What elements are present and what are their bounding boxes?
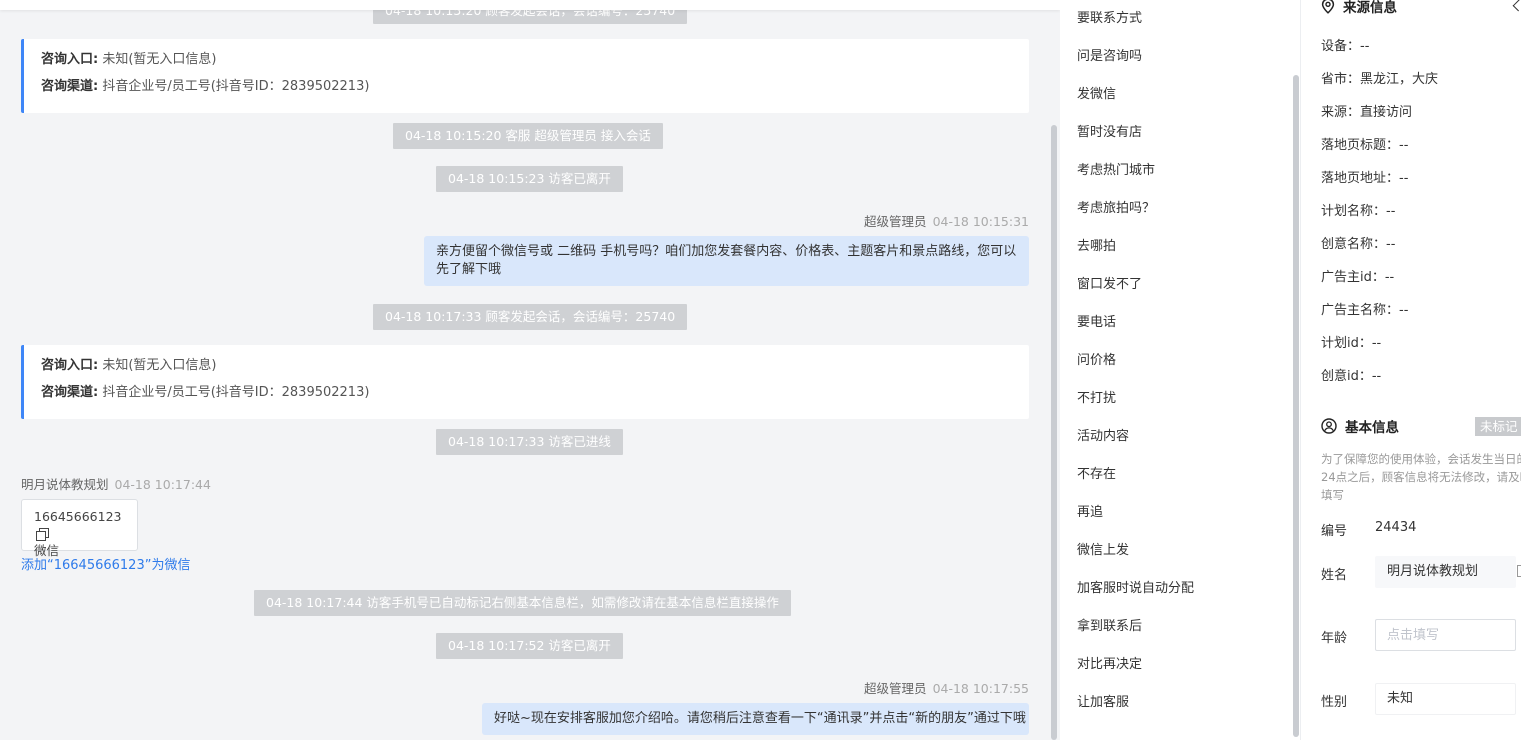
sender-name: 超级管理员 (864, 214, 927, 229)
collapse-chevron-icon[interactable] (1512, 0, 1521, 12)
edit-bracket-icon[interactable] (1517, 565, 1521, 577)
id-label: 编号 (1321, 524, 1348, 539)
message-time: 04-18 10:17:55 (932, 681, 1029, 696)
quick-reply-item[interactable]: 对比再决定 (1077, 655, 1142, 675)
source-info-row: 计划名称：-- (1321, 204, 1396, 219)
source-info-row: 落地页地址：-- (1321, 171, 1409, 186)
source-info-row: 来源：直接访问 (1321, 105, 1413, 120)
quick-reply-item[interactable]: 让加客服 (1077, 693, 1129, 713)
message-sender: 超级管理员 04-18 10:17:55 (864, 678, 1029, 697)
visitor-phone-message: 16645666123 微信 (21, 499, 138, 558)
quick-reply-item[interactable]: 再追 (1077, 503, 1103, 523)
source-info-row: 省市：黑龙江，大庆 (1321, 72, 1439, 87)
system-message: 04-18 10:17:44 访客手机号已自动标记右侧基本信息栏，如需修改请在基… (254, 590, 791, 616)
quick-reply-item[interactable]: 去哪拍 (1077, 237, 1116, 257)
quick-reply-item[interactable]: 不存在 (1077, 465, 1116, 485)
quick-reply-item[interactable]: 考虑热门城市 (1077, 161, 1155, 181)
quick-reply-item[interactable]: 问价格 (1077, 351, 1116, 371)
gender-label: 性别 (1321, 695, 1348, 710)
quick-reply-item[interactable]: 要电话 (1077, 313, 1116, 333)
sender-name: 超级管理员 (864, 681, 927, 696)
message-sender: 明月说体教规划 04-18 10:17:44 (21, 474, 211, 493)
basic-info-header: 基本信息 (1321, 416, 1399, 436)
quick-reply-item[interactable]: 发微信 (1077, 85, 1116, 105)
consult-channel-label: 咨询渠道: (41, 79, 99, 94)
quick-reply-item[interactable]: 微信上发 (1077, 541, 1129, 561)
quick-reply-item[interactable]: 问是咨询吗 (1077, 47, 1142, 67)
name-label: 姓名 (1321, 568, 1348, 583)
system-message: 04-18 10:17:33 访客已进线 (436, 429, 623, 455)
consult-entry-value: 未知(暂无入口信息) (102, 358, 217, 373)
chat-top-bar (0, 0, 1060, 10)
source-info-title: 来源信息 (1343, 0, 1397, 16)
source-info-header: 来源信息 (1321, 0, 1397, 16)
system-message: 04-18 10:15:23 访客已离开 (436, 166, 623, 192)
source-info-row: 计划id：-- (1321, 336, 1382, 351)
consult-info-card: 咨询入口: 未知(暂无入口信息) 咨询渠道: 抖音企业号/员工号(抖音号ID：2… (21, 39, 1029, 113)
consult-entry-label: 咨询入口: (41, 358, 99, 373)
location-pin-icon (1321, 0, 1335, 14)
source-info-row: 落地页标题：-- (1321, 138, 1409, 153)
quick-reply-item[interactable]: 窗口发不了 (1077, 275, 1142, 295)
message-sender: 超级管理员 04-18 10:15:31 (864, 211, 1029, 230)
system-message: 04-18 10:17:52 访客已离开 (436, 633, 623, 659)
agent-message-bubble: 亲方便留个微信号或 二维码 手机号吗？咱们加您发套餐内容、价格表、主题客片和景点… (424, 236, 1029, 286)
message-time: 04-18 10:15:31 (932, 214, 1029, 229)
age-input[interactable] (1375, 619, 1516, 651)
name-field[interactable]: 明月说体教规划 (1375, 556, 1516, 588)
consult-entry-label: 咨询入口: (41, 52, 99, 67)
quick-reply-item[interactable]: 要联系方式 (1077, 9, 1142, 29)
consult-channel-row: 咨询渠道: 抖音企业号/员工号(抖音号ID：2839502213) (41, 76, 1012, 103)
quick-reply-item[interactable]: 暂时没有店 (1077, 123, 1142, 143)
quick-reply-item[interactable]: 拿到联系后 (1077, 617, 1142, 637)
quick-reply-item[interactable]: 考虑旅拍吗？ (1077, 199, 1155, 219)
source-info-row: 广告主名称：-- (1321, 303, 1409, 318)
chat-scrollbar[interactable] (1051, 125, 1057, 740)
quick-reply-item[interactable]: 加客服时说自动分配 (1077, 579, 1194, 599)
chat-pane: 04-18 10:15:20 顾客发起会话，会话编号：25740 咨询入口: 未… (0, 0, 1060, 740)
consult-entry-row: 咨询入口: 未知(暂无入口信息) (41, 49, 1012, 76)
copy-icon[interactable] (36, 528, 49, 541)
age-label: 年龄 (1321, 631, 1348, 646)
phone-number: 16645666123 (34, 509, 122, 524)
add-wechat-link[interactable]: 添加“16645666123”为微信 (21, 554, 190, 573)
consult-channel-value: 抖音企业号/员工号(抖音号ID：2839502213) (102, 79, 370, 94)
consult-entry-row: 咨询入口: 未知(暂无入口信息) (41, 355, 1012, 382)
source-info-row: 广告主id：-- (1321, 270, 1395, 285)
mark-status-tag[interactable]: 未标记 (1475, 417, 1521, 436)
message-time: 04-18 10:17:44 (114, 477, 211, 492)
quick-reply-item[interactable]: 活动内容 (1077, 427, 1129, 447)
user-circle-icon (1321, 418, 1337, 434)
quick-reply-scrollbar[interactable] (1293, 75, 1299, 737)
consult-info-card: 咨询入口: 未知(暂无入口信息) 咨询渠道: 抖音企业号/员工号(抖音号ID：2… (21, 345, 1029, 419)
source-info-row: 创意id：-- (1321, 369, 1382, 384)
system-message: 04-18 10:15:20 客服 超级管理员 接入会话 (393, 123, 663, 149)
consult-channel-row: 咨询渠道: 抖音企业号/员工号(抖音号ID：2839502213) (41, 382, 1012, 409)
source-info-row: 创意名称：-- (1321, 237, 1396, 252)
consult-entry-value: 未知(暂无入口信息) (102, 52, 217, 67)
visitor-info-panel: 来源信息 设备：-- 省市：黑龙江，大庆 来源：直接访问 落地页标题：-- 落地… (1300, 0, 1521, 740)
basic-info-title: 基本信息 (1345, 420, 1399, 436)
edit-deadline-tip: 为了保障您的使用体验，会话发生当日的24点之后，顾客信息将无法修改，请及时填写 (1321, 452, 1521, 502)
consult-channel-label: 咨询渠道: (41, 385, 99, 400)
system-message: 04-18 10:17:33 顾客发起会话，会话编号：25740 (373, 304, 688, 330)
quick-reply-item[interactable]: 不打扰 (1077, 389, 1116, 409)
id-value: 24434 (1375, 520, 1417, 535)
gender-select[interactable]: 未知 (1375, 683, 1516, 715)
agent-message-bubble: 好哒~现在安排客服加您介绍哈。请您稍后注意查看一下“通讯录”并点击“新的朋友”通… (482, 703, 1029, 735)
consult-channel-value: 抖音企业号/员工号(抖音号ID：2839502213) (102, 385, 370, 400)
quick-reply-list: 要联系方式 问是咨询吗 发微信 暂时没有店 考虑热门城市 考虑旅拍吗？ 去哪拍 … (1060, 0, 1300, 740)
sender-name: 明月说体教规划 (21, 477, 109, 492)
source-info-row: 设备：-- (1321, 39, 1370, 54)
